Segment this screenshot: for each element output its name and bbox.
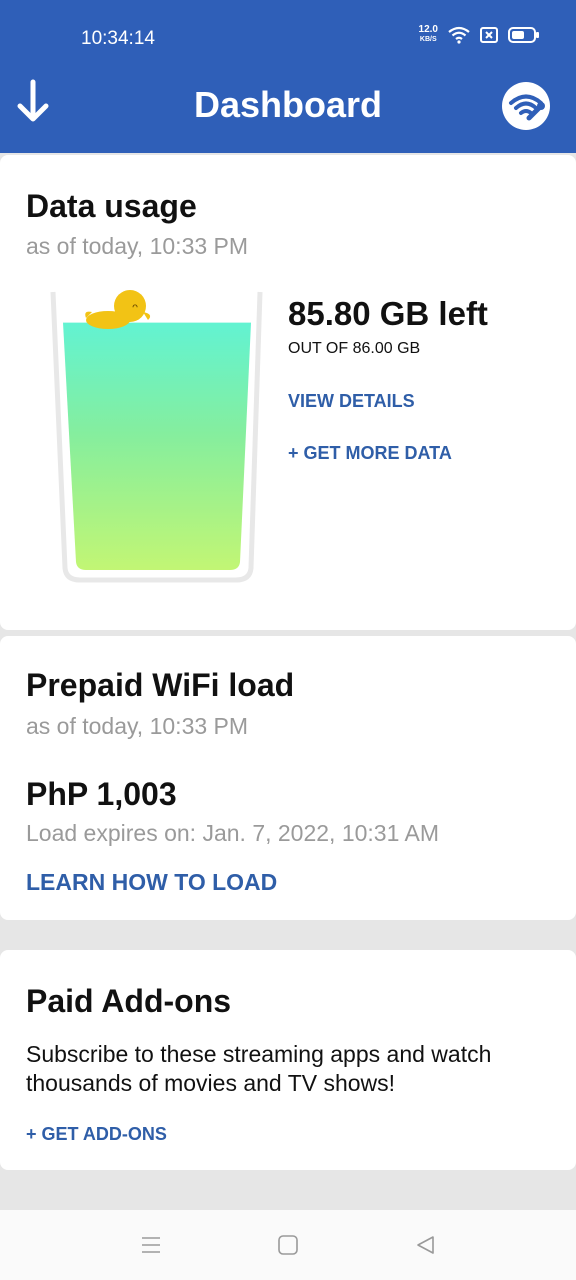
app-header: 10:34:14 12.0 KB/S Dashboard xyxy=(0,0,576,153)
get-more-data-link[interactable]: + GET MORE DATA xyxy=(288,443,452,464)
data-usage-title: Data usage xyxy=(26,188,197,224)
load-expiry: Load expires on: Jan. 7, 2022, 10:31 AM xyxy=(26,820,440,846)
wifi-tool-button[interactable] xyxy=(502,82,550,130)
status-time: 10:34:14 xyxy=(81,28,155,49)
wifi-tool-icon xyxy=(509,94,545,121)
network-speed: 12.0 KB/S xyxy=(419,25,438,45)
speed-value: 12.0 xyxy=(418,24,438,35)
data-remaining: 85.80 GB left xyxy=(288,295,488,332)
back-triangle-icon[interactable] xyxy=(414,1234,436,1256)
load-balance: PhP 1,003 xyxy=(26,776,177,812)
wifi-status-icon xyxy=(448,26,470,44)
data-total: OUT OF 86.00 GB xyxy=(288,340,421,357)
battery-icon xyxy=(508,27,539,43)
get-addons-link[interactable]: + GET ADD-ONS xyxy=(26,1124,167,1145)
prepaid-load-card: Prepaid WiFi load as of today, 10:33 PM … xyxy=(0,636,576,920)
data-usage-timestamp: as of today, 10:33 PM xyxy=(26,233,249,259)
data-usage-card: Data usage as of today, 10:33 PM ᴖ 85.80… xyxy=(0,155,576,630)
addons-title: Paid Add-ons xyxy=(26,983,232,1019)
speed-unit: KB/S xyxy=(419,36,437,43)
learn-how-to-load-link[interactable]: LEARN HOW TO LOAD xyxy=(26,869,277,896)
prepaid-title: Prepaid WiFi load xyxy=(26,667,295,703)
page-title: Dashboard xyxy=(193,84,383,125)
addons-description: Subscribe to these streaming apps and wa… xyxy=(26,1041,492,1096)
paid-addons-card: Paid Add-ons Subscribe to these streamin… xyxy=(0,950,576,1170)
system-nav-bar xyxy=(0,1210,576,1280)
view-details-link[interactable]: VIEW DETAILS xyxy=(288,391,415,412)
data-glass-graphic: ᴖ xyxy=(50,290,263,583)
svg-text:ᴖ: ᴖ xyxy=(132,302,138,313)
home-icon[interactable] xyxy=(277,1234,299,1256)
menu-icon[interactable] xyxy=(140,1234,162,1256)
status-icons: 12.0 KB/S xyxy=(419,25,540,45)
data-level-fill xyxy=(63,322,251,570)
prepaid-timestamp: as of today, 10:33 PM xyxy=(26,713,249,739)
sim-status-icon xyxy=(480,27,498,43)
